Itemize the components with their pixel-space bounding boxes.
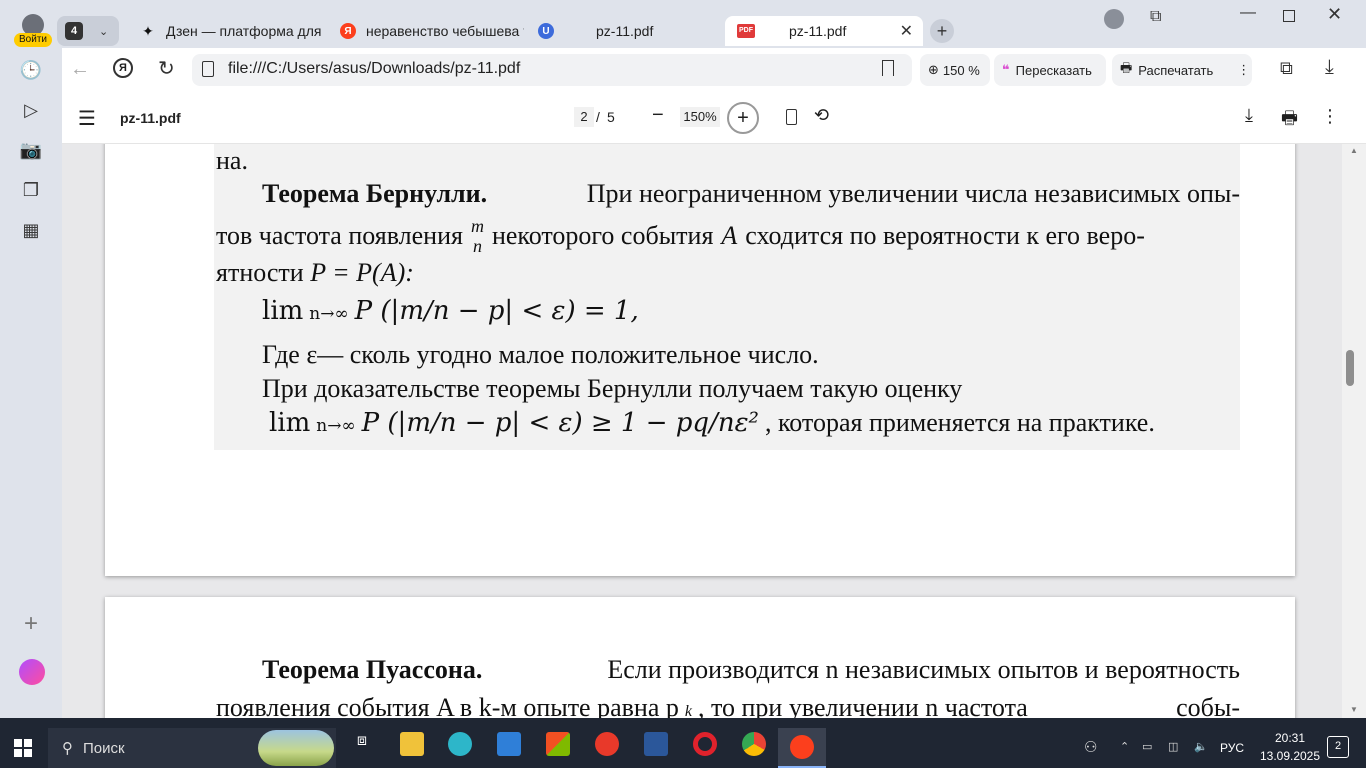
file-explorer-icon[interactable] xyxy=(400,732,424,756)
clock-date[interactable]: 13.09.2025 xyxy=(1256,749,1324,763)
screenshot-icon[interactable]: ⧉ xyxy=(1280,58,1293,79)
video-icon[interactable]: ▷ xyxy=(17,96,45,124)
maximize-icon[interactable] xyxy=(1283,10,1295,22)
network-icon[interactable]: ◫ xyxy=(1168,740,1178,753)
scroll-down-arrow[interactable]: ▼ xyxy=(1350,705,1358,714)
file-icon xyxy=(202,61,214,77)
pdf-page-2: на. Теорема Бернулли. При неограниченном … xyxy=(105,144,1295,576)
search-icon: ⚲ xyxy=(62,740,73,757)
fit-page-icon[interactable] xyxy=(786,109,797,125)
chevron-down-icon: ⌄ xyxy=(99,25,109,38)
rotate-icon[interactable]: ⟲ xyxy=(814,105,829,126)
downloads-icon[interactable]: ⤓ xyxy=(1325,56,1334,79)
zoom-out-icon[interactable]: − xyxy=(652,104,664,127)
bookmark-icon[interactable] xyxy=(882,60,894,76)
notes-icon[interactable]: ❐ xyxy=(17,176,45,204)
tab-chebyshev[interactable]: Я неравенство чебышева те xyxy=(328,16,524,46)
back-icon[interactable]: ← xyxy=(70,58,90,81)
chrome-icon[interactable] xyxy=(742,732,766,756)
tab-pz11-active[interactable]: PDF pz-11.pdf ✕ xyxy=(725,16,923,46)
pdf-page-3: Теорема Пуассона. Если производится n нез… xyxy=(105,597,1295,718)
tray-chevron-icon[interactable]: ⌃ xyxy=(1120,740,1129,753)
retell-button[interactable]: ❝ Пересказать xyxy=(994,54,1106,86)
proof-text: При доказательстве теоремы Бернулли полу… xyxy=(262,374,963,403)
yandex-browser-icon[interactable] xyxy=(595,732,619,756)
print-icon[interactable]: 🖶 xyxy=(1281,106,1298,136)
poisson-line-1: Теорема Пуассона. Если производится n нез… xyxy=(262,655,1240,684)
task-view-icon[interactable]: ⧈ xyxy=(350,732,374,756)
text-line-na: на. xyxy=(216,146,248,175)
pdf-filename: pz-11.pdf xyxy=(120,110,181,126)
notification-badge[interactable]: 2 xyxy=(1327,736,1349,758)
fraction-m-n: mn xyxy=(470,216,484,256)
download-icon[interactable]: ⤓ xyxy=(1245,105,1253,126)
scrollbar-track[interactable] xyxy=(1342,144,1366,718)
yandex-icon: Я xyxy=(340,23,356,39)
yandex-active-icon[interactable] xyxy=(778,728,826,768)
history-icon[interactable]: 🕒 xyxy=(17,56,45,84)
search-highlight-image xyxy=(258,730,334,766)
zoom-level-input[interactable]: 150% xyxy=(680,107,720,127)
formula-limit-2: lim n→∞ P (|m/n − p| < ε) ≥ 1 − pq/nε² ,… xyxy=(269,408,1155,438)
tab-pz11-other[interactable]: U pz-11.pdf xyxy=(526,16,722,46)
login-badge[interactable]: Войти xyxy=(14,33,52,47)
word-icon[interactable] xyxy=(644,732,668,756)
scroll-up-arrow[interactable]: ▲ xyxy=(1350,146,1358,155)
where-epsilon-text: Где ε— сколь угодно малое положительное … xyxy=(262,340,819,369)
page-input[interactable]: 2 xyxy=(574,107,594,127)
bernoulli-line-2: тов частота появления mn некоторого собы… xyxy=(216,216,1145,256)
pdf-viewer: на. Теорема Бернулли. При неограниченном … xyxy=(62,144,1342,718)
print-pill-button[interactable]: 🖶 Распечатать ⋮ xyxy=(1112,54,1252,86)
opera-icon[interactable] xyxy=(693,732,717,756)
apps-icon[interactable]: ▦ xyxy=(17,216,45,244)
printer-icon: 🖶 xyxy=(1120,60,1133,75)
account-icon[interactable] xyxy=(1104,9,1124,29)
zen-icon: ✦ xyxy=(142,22,154,39)
scrollbar-thumb[interactable] xyxy=(1346,350,1354,386)
camera-icon[interactable]: 📷 xyxy=(17,136,45,164)
tab-group-counter[interactable]: 4 ⌄ xyxy=(57,16,119,46)
close-window-icon[interactable]: ✕ xyxy=(1327,4,1342,25)
new-tab-button[interactable]: + xyxy=(930,19,954,43)
pdf-more-icon[interactable]: ⋮ xyxy=(1321,106,1339,127)
pdf-icon: PDF xyxy=(737,24,755,38)
tab-count: 4 xyxy=(65,22,83,40)
battery-icon[interactable]: ▭ xyxy=(1142,740,1152,753)
page-sep: / xyxy=(596,109,600,125)
language-indicator[interactable]: РУС xyxy=(1220,741,1244,755)
reload-icon[interactable]: ↻ xyxy=(158,56,175,81)
bernoulli-line-3: ятности P = P(A): xyxy=(216,258,414,287)
collections-icon[interactable]: ⧉ xyxy=(1150,8,1161,26)
minimize-icon[interactable]: — xyxy=(1240,4,1256,22)
tab-zen[interactable]: ✦ Дзен — платформа для пр xyxy=(128,16,324,46)
alice-icon[interactable] xyxy=(19,659,45,685)
edge-icon[interactable] xyxy=(448,732,472,756)
add-panel-icon[interactable]: + xyxy=(17,610,45,638)
formula-limit-1: lim n→∞ P (|m/n − p| < ε) = 1, xyxy=(262,296,639,326)
u-icon: U xyxy=(538,23,554,39)
zoom-pill[interactable]: ⊕ 150 % xyxy=(920,54,990,86)
store-icon[interactable] xyxy=(546,732,570,756)
url-text[interactable]: file:///C:/Users/asus/Downloads/pz-11.pd… xyxy=(228,60,520,78)
zoom-icon: ⊕ xyxy=(928,62,939,77)
people-icon[interactable]: ⚇ xyxy=(1084,738,1097,756)
windows-start-icon[interactable] xyxy=(14,739,32,757)
volume-icon[interactable]: 🔈 xyxy=(1194,740,1208,753)
close-tab-icon[interactable]: ✕ xyxy=(900,21,913,41)
more-icon[interactable]: ⋮ xyxy=(1237,62,1250,78)
yandex-home-icon[interactable]: Я xyxy=(113,58,133,78)
poisson-line-2: появления события A в k-м опыте равна pk… xyxy=(216,693,1240,718)
bernoulli-line-1: Теорема Бернулли. При неограниченном увел… xyxy=(262,179,1240,208)
clock-time[interactable]: 20:31 xyxy=(1265,731,1315,745)
retell-icon: ❝ xyxy=(1002,62,1010,77)
zoom-in-button[interactable]: + xyxy=(727,102,759,134)
mail-icon[interactable] xyxy=(497,732,521,756)
menu-icon[interactable]: ☰ xyxy=(78,106,96,131)
page-total: 5 xyxy=(607,109,615,125)
